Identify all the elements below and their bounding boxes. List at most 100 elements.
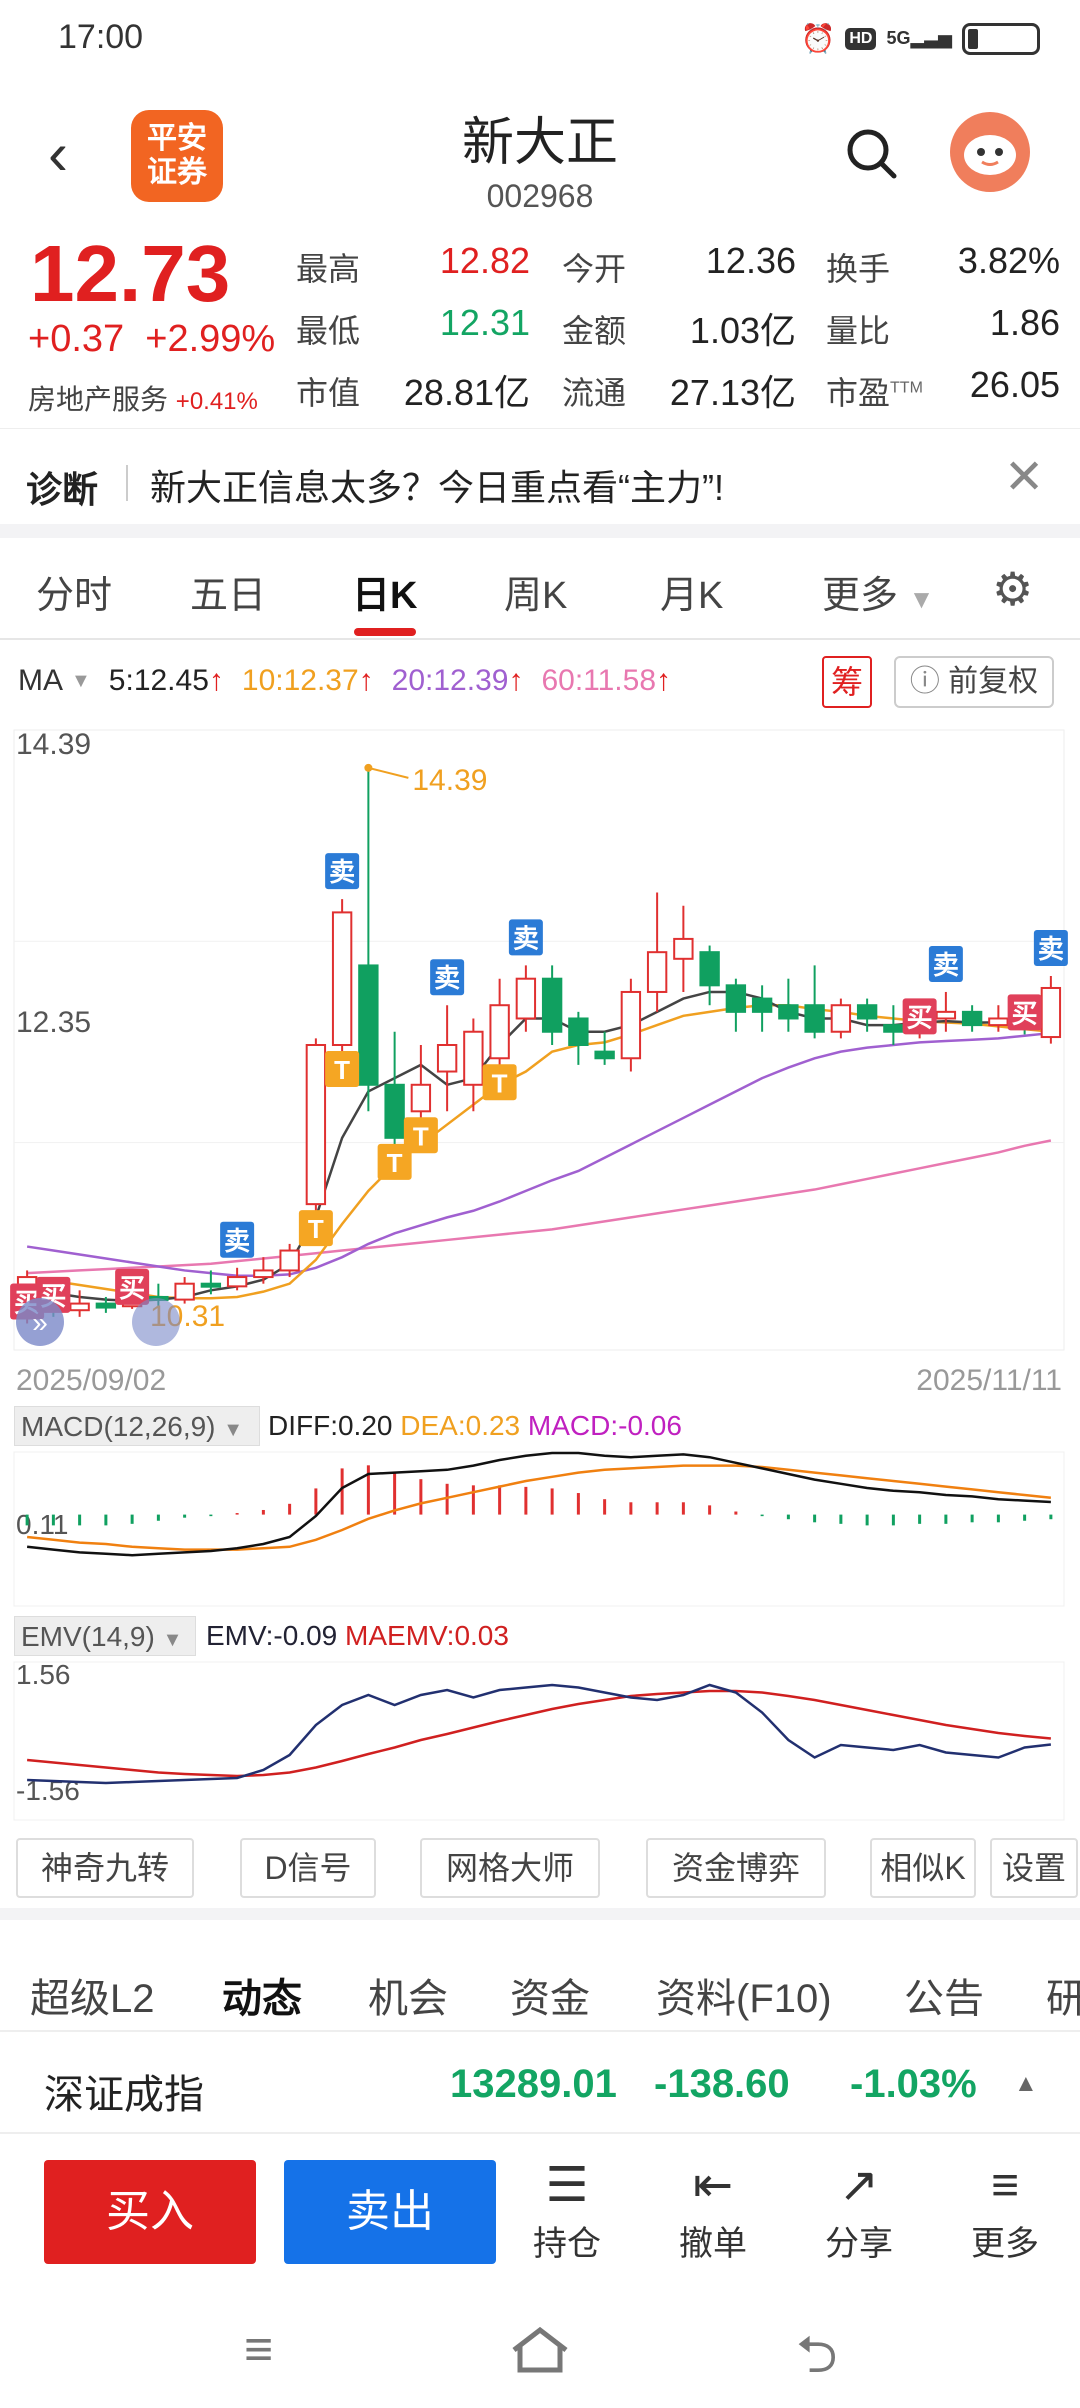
adjust-mode-button[interactable]: ⓘ 前复权 bbox=[894, 656, 1054, 708]
expand-icon[interactable]: ▲ bbox=[1014, 2070, 1038, 2098]
up-arrow-icon: ↑ bbox=[508, 664, 524, 697]
stock-name: 新大正 bbox=[461, 114, 618, 172]
emv-values: EMV:-0.09 MAEMV:0.03 bbox=[206, 1620, 509, 1652]
info-icon: ⓘ bbox=[909, 665, 940, 698]
signal-marker-text: 卖 bbox=[1038, 934, 1064, 964]
signal-marker-text: 卖 bbox=[224, 1226, 250, 1256]
emv-selector[interactable]: EMV(14,9) ▼ bbox=[14, 1616, 196, 1656]
tool-settings[interactable]: 设置 bbox=[990, 1838, 1078, 1898]
candle-body bbox=[646, 951, 668, 993]
ma5-line bbox=[26, 990, 1052, 1303]
holdings-button[interactable]: ☰ 持仓 bbox=[512, 2156, 622, 2265]
macd-value: MACD:-0.06 bbox=[527, 1410, 682, 1441]
cancel-order-button[interactable]: ⇤ 撤单 bbox=[658, 2156, 768, 2265]
candle-body bbox=[95, 1302, 117, 1309]
assistant-avatar[interactable] bbox=[950, 112, 1030, 192]
sector-info[interactable]: 房地产服务 +0.41% bbox=[28, 378, 258, 418]
tool-similar-k[interactable]: 相似K bbox=[870, 1838, 976, 1898]
chart-frame bbox=[13, 729, 1065, 1351]
tab-opportunity[interactable]: 机会 bbox=[368, 1966, 448, 2024]
back-nav-icon[interactable]: ⮌ bbox=[796, 2316, 838, 2405]
more-icon: ≡ bbox=[990, 2159, 1019, 2212]
alarm-icon: ⏰ bbox=[800, 23, 836, 54]
tab-intraday[interactable]: 分时 bbox=[36, 564, 112, 619]
index-ticker[interactable]: 深证成指 13289.01 -138.60 -1.03% ▲ bbox=[0, 2034, 1080, 2134]
ma-value: 5:12.45↑ bbox=[108, 664, 224, 697]
more-label: 更多 bbox=[971, 2225, 1039, 2263]
quote-label: 流通 bbox=[562, 375, 627, 411]
candle-body bbox=[69, 1302, 90, 1312]
gear-icon[interactable]: ⚙ bbox=[992, 562, 1033, 616]
quote-label: 市值 bbox=[296, 375, 361, 411]
holdings-icon: ☰ bbox=[545, 2159, 589, 2212]
share-button[interactable]: ↗ 分享 bbox=[804, 2156, 914, 2265]
candle-body bbox=[751, 997, 773, 1013]
chip-distribution-button[interactable]: 筹 bbox=[822, 656, 872, 708]
tool-d-signal[interactable]: D信号 bbox=[240, 1838, 376, 1898]
dropdown-icon: ▼ bbox=[162, 1629, 183, 1651]
tab-news[interactable]: 动态 bbox=[222, 1966, 302, 2024]
high-annotation: 14.39 bbox=[412, 764, 487, 797]
y-mid-label: 12.35 bbox=[16, 1006, 91, 1039]
tab-funds[interactable]: 资金 bbox=[510, 1966, 590, 2024]
indicator-tools: 神奇九转 D信号 网格大师 资金博弈 相似K 设置 bbox=[0, 1838, 1080, 1920]
home-icon[interactable] bbox=[508, 2324, 572, 2376]
tab-f10[interactable]: 资料(F10) bbox=[656, 1966, 832, 2024]
candle-body bbox=[200, 1282, 222, 1288]
tab-five-day[interactable]: 五日 bbox=[190, 564, 266, 619]
tab-research[interactable]: 研 bbox=[1046, 1966, 1080, 2024]
close-icon[interactable]: ✕ bbox=[1004, 449, 1044, 505]
signal-marker-text: 卖 bbox=[329, 857, 355, 887]
candle-body bbox=[541, 977, 563, 1033]
candle-body bbox=[725, 984, 747, 1013]
tab-daily-k[interactable]: 日K bbox=[352, 564, 417, 619]
buy-button[interactable]: 买入 bbox=[44, 2160, 256, 2264]
candle-body bbox=[804, 1004, 825, 1033]
tool-magic-nine[interactable]: 神奇九转 bbox=[16, 1838, 194, 1898]
candle-body bbox=[935, 1010, 957, 1020]
quote-value: 1.03亿 bbox=[689, 310, 796, 351]
quote-value: 12.36 bbox=[705, 240, 796, 281]
diagnosis-banner[interactable]: 诊断 新大正信息太多？今日重点看“主力”! ✕ bbox=[0, 428, 1080, 538]
signal-marker-text: 卖 bbox=[513, 923, 539, 953]
kline-chart[interactable]: 14.3912.3514.3910.31买买买卖TTTT卖卖T卖买卖买卖»202… bbox=[0, 720, 1080, 1836]
dropdown-icon: ▼ bbox=[908, 584, 935, 614]
quote-value: 12.31 bbox=[439, 302, 530, 343]
sell-button[interactable]: 卖出 bbox=[284, 2160, 496, 2264]
candle-body bbox=[410, 1083, 432, 1113]
stock-code: 002968 bbox=[486, 178, 594, 214]
hd-badge: HD bbox=[845, 27, 877, 50]
menu-icon[interactable]: ≡ bbox=[244, 2320, 273, 2378]
price-change: +0.37 +2.99% bbox=[28, 318, 276, 360]
share-label: 分享 bbox=[825, 2225, 893, 2263]
detail-tabs: 超级L2 动态 机会 资金 资料(F10) 公告 研 bbox=[0, 1932, 1080, 2032]
tab-super-l2[interactable]: 超级L2 bbox=[30, 1966, 155, 2024]
search-icon[interactable] bbox=[844, 126, 898, 180]
tab-announcements[interactable]: 公告 bbox=[904, 1966, 984, 2024]
quote-label: 换手 bbox=[826, 251, 891, 287]
system-nav-bar: ≡ ⮌ bbox=[0, 2290, 1080, 2408]
y-max-label: 14.39 bbox=[16, 728, 91, 761]
ma-legend[interactable]: MA ▼ 5:12.45↑ 10:12.37↑ 20:12.39↑ 60:11.58↑ bbox=[18, 664, 671, 698]
tool-grid-master[interactable]: 网格大师 bbox=[420, 1838, 600, 1898]
quote-label: 今开 bbox=[562, 251, 627, 287]
high-pointer bbox=[368, 766, 409, 779]
tab-weekly-k[interactable]: 周K bbox=[504, 564, 567, 619]
candle-body bbox=[463, 1030, 484, 1086]
quote-value: 26.05 bbox=[969, 364, 1060, 405]
macd-selector[interactable]: MACD(12,26,9) ▼ bbox=[14, 1406, 260, 1446]
quote-value: 28.81亿 bbox=[403, 372, 530, 413]
candle-body bbox=[358, 964, 379, 1086]
tab-monthly-k[interactable]: 月K bbox=[660, 564, 723, 619]
diagnosis-message[interactable]: 新大正信息太多？今日重点看“主力”! bbox=[150, 459, 724, 511]
macd-values: DIFF:0.20 DEA:0.23 MACD:-0.06 bbox=[268, 1410, 682, 1442]
tab-more[interactable]: 更多 ▼ bbox=[822, 564, 934, 619]
status-bar: 17:00 ⏰ HD 5G▂▃▅ bbox=[0, 0, 1080, 80]
quote-label: 市盈TTM bbox=[826, 375, 923, 411]
quote-label: 最高 bbox=[296, 251, 361, 287]
ma-value: 60:11.58↑ bbox=[541, 664, 672, 697]
quote-label: 量比 bbox=[826, 313, 891, 349]
end-date: 2025/11/11 bbox=[916, 1364, 1062, 1397]
more-button[interactable]: ≡ 更多 bbox=[950, 2156, 1060, 2265]
tool-capital-game[interactable]: 资金博弈 bbox=[646, 1838, 826, 1898]
